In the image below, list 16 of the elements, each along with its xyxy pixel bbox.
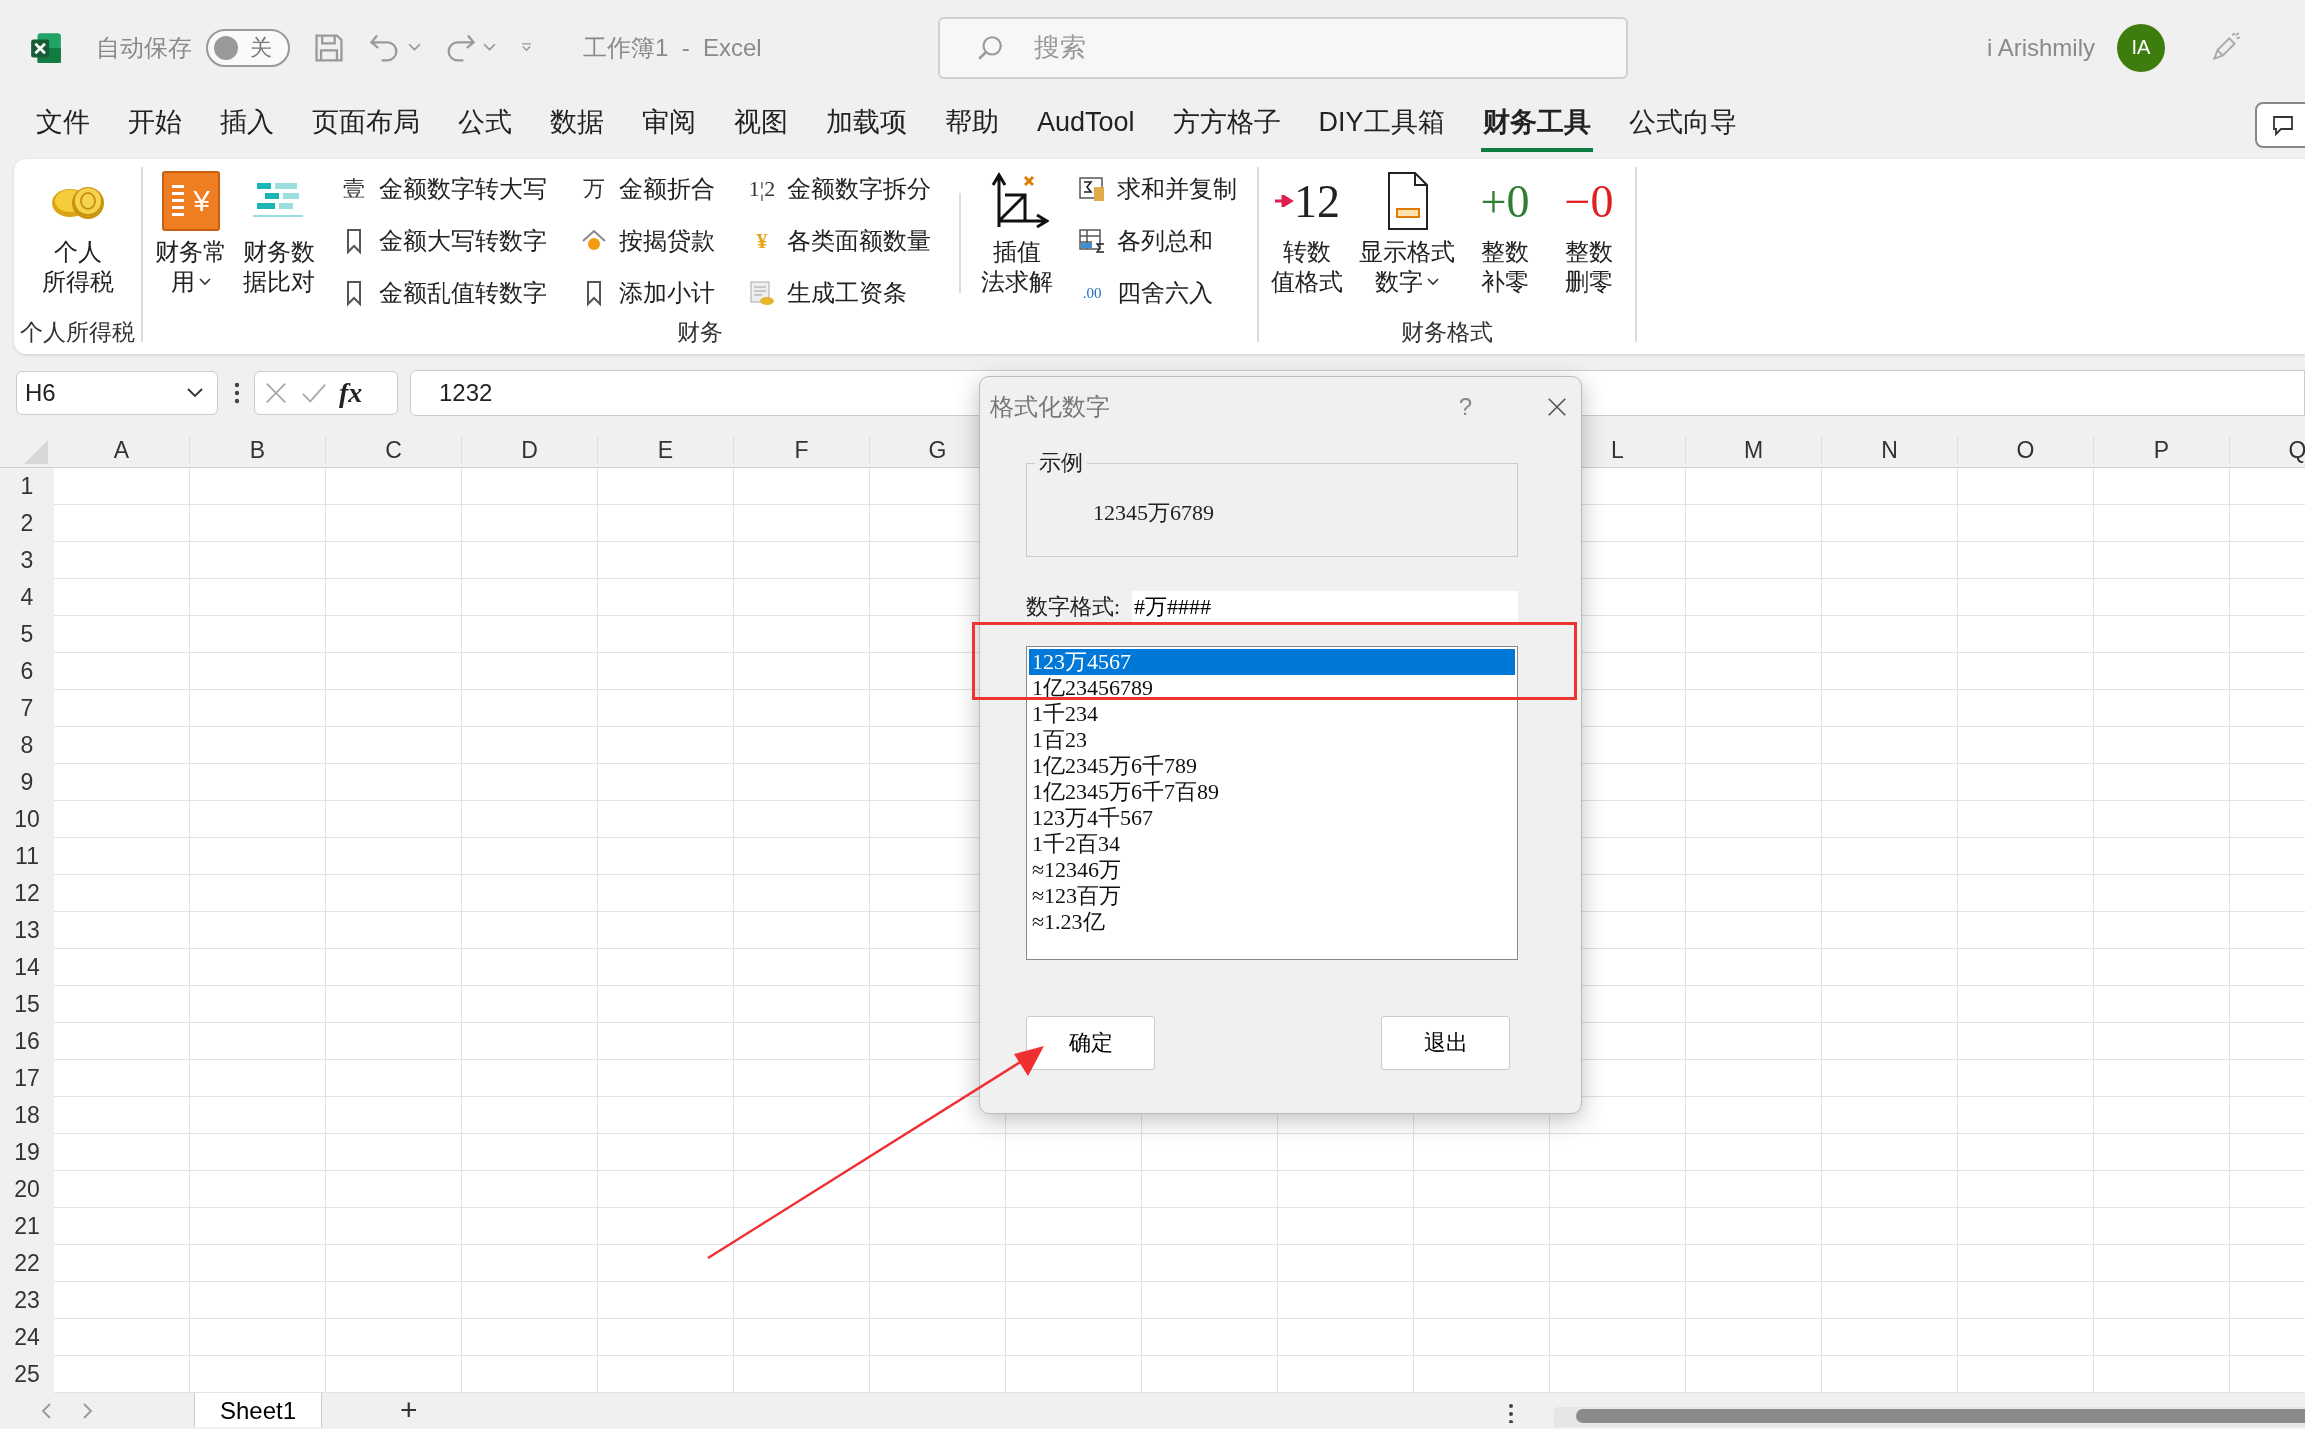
glyph-icon: 1¦2 (748, 176, 776, 202)
glyph-icon: 万 (583, 174, 605, 204)
sample-value: 12345万6789 (1093, 499, 1214, 527)
number-format-icon: −0 (1564, 174, 1614, 228)
glyph-icon: .00 (1082, 284, 1102, 302)
window-title: 工作簿1 - Excel (583, 32, 762, 63)
glyph-icon: ¥ (756, 228, 768, 254)
number-format-icon: +0 (1480, 174, 1530, 228)
yen-document-icon: ¥ (162, 171, 220, 231)
field-label: 数字格式: (1026, 593, 1122, 621)
dialog-title: 格式化数字 (990, 392, 1110, 422)
autosave-label: 自动保存 (96, 32, 192, 63)
group-label: 财务格式 (1401, 318, 1493, 347)
group-label: 财务 (677, 318, 723, 347)
group-label: 个人所得税 (20, 318, 135, 347)
glyph-icon: 壹 (343, 174, 365, 204)
